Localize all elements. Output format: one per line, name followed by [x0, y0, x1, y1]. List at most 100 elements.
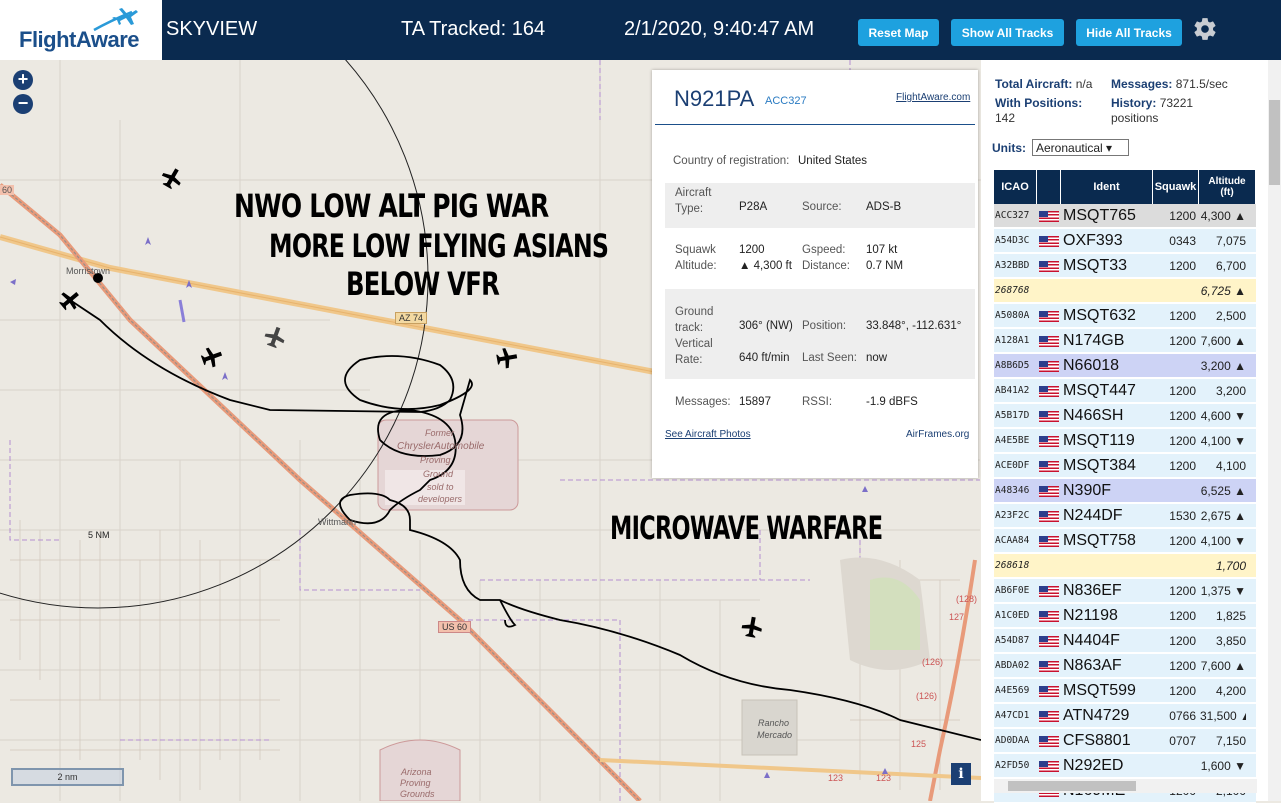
table-row[interactable]: ACC327 MSQT765 1200 4,300 ▲ — [994, 204, 1256, 228]
table-row[interactable]: A5080A MSQT632 1200 2,500 — [994, 304, 1256, 328]
label-chrysler: ChryslerAutomobile — [397, 441, 485, 452]
table-row[interactable]: ABDA02 N863AF 1200 7,600 ▲ — [994, 654, 1256, 678]
rssi-value: -1.9 dBFS — [866, 396, 918, 408]
row-ident: MSQT33 — [1063, 257, 1128, 274]
table-row[interactable]: A47CD1 ATN4729 0766 31,500 ▲ — [994, 704, 1256, 728]
table-row[interactable]: AB6F0E N836EF 1200 1,375 ▼ — [994, 579, 1256, 603]
zoom-in-button[interactable]: + — [13, 70, 33, 90]
table-row[interactable]: A4E5BE MSQT119 1200 4,100 ▼ — [994, 429, 1256, 453]
messages-rate-value: 871.5/sec — [1175, 77, 1228, 91]
row-squawk — [1154, 754, 1196, 778]
gear-icon[interactable] — [1192, 16, 1218, 42]
table-row[interactable]: ACAA84 MSQT758 1200 4,100 ▼ — [994, 529, 1256, 553]
info-icon[interactable]: i — [951, 763, 971, 785]
col-altitude[interactable]: Altitude (ft) — [1199, 170, 1256, 204]
row-squawk: 1200 — [1169, 634, 1196, 648]
row-icao: A2FD50 — [995, 760, 1030, 771]
row-altitude: 4,300 ▲ — [1200, 209, 1246, 223]
table-row[interactable]: A8B6D5 N66018 3,200 ▲ — [994, 354, 1256, 378]
ground-track-label: Ground track: — [675, 306, 714, 334]
row-squawk: 1200 — [1169, 334, 1196, 348]
table-row[interactable]: A128A1 N174GB 1200 7,600 ▲ — [994, 329, 1256, 353]
table-row[interactable]: A48346 N390F 6,525 ▲ — [994, 479, 1256, 503]
row-flag-cell — [1039, 379, 1059, 403]
table-row[interactable]: A32BBD MSQT33 1200 6,700 — [994, 254, 1256, 278]
col-flag[interactable] — [1037, 170, 1061, 204]
us-flag-icon — [1039, 736, 1059, 747]
us-flag-icon — [1039, 636, 1059, 647]
history-value: 73221 — [1159, 96, 1194, 110]
horizontal-scrollbar-thumb[interactable] — [1008, 781, 1136, 791]
us-flag-icon — [1039, 336, 1059, 347]
distance-label: Distance: — [802, 260, 850, 272]
table-row[interactable]: ACE0DF MSQT384 1200 4,100 — [994, 454, 1256, 478]
row-icao: 268768 — [995, 285, 1030, 296]
row-icao: ABDA02 — [995, 660, 1030, 671]
row-icao: AB41A2 — [995, 385, 1030, 396]
label-proving2: Proving — [400, 778, 431, 788]
row-squawk: 1200 — [1169, 659, 1196, 673]
row-ident: N174GB — [1063, 332, 1125, 349]
row-ident: MSQT758 — [1063, 532, 1136, 549]
show-all-tracks-button[interactable]: Show All Tracks — [951, 19, 1064, 46]
table-row[interactable]: A54D87 N4404F 1200 3,850 — [994, 629, 1256, 653]
label-r128: (128) — [956, 594, 978, 604]
row-squawk: 1200 — [1169, 309, 1196, 323]
flightaware-logo[interactable]: FlightAware — [0, 0, 162, 60]
row-icao: A54D3C — [995, 235, 1030, 246]
col-ident[interactable]: Ident — [1061, 170, 1153, 204]
table-row[interactable]: A54D3C OXF393 0343 7,075 — [994, 229, 1256, 253]
us-flag-icon — [1039, 536, 1059, 547]
label-mercado: Mercado — [757, 730, 793, 740]
table-row[interactable]: 268618 1,700 — [994, 554, 1256, 578]
label-az74: AZ 74 — [395, 312, 428, 324]
aircraft-type-value: P28A — [739, 201, 768, 213]
total-aircraft-value: n/a — [1075, 77, 1093, 91]
row-ident: MSQT119 — [1063, 432, 1135, 449]
hide-all-tracks-button[interactable]: Hide All Tracks — [1076, 19, 1182, 46]
divider — [655, 124, 975, 125]
table-row[interactable]: 268768 6,725 ▲ — [994, 279, 1256, 303]
row-icao: A54D87 — [995, 635, 1030, 646]
table-row[interactable]: A4E569 MSQT599 1200 4,200 — [994, 679, 1256, 703]
label-morristown: Morristown — [66, 266, 111, 276]
col-icao[interactable]: ICAO — [994, 170, 1037, 204]
gspeed-label: Gspeed: — [802, 244, 846, 256]
flightaware-link[interactable]: FlightAware.com — [896, 92, 970, 103]
airframes-link[interactable]: AirFrames.org — [906, 429, 969, 440]
row-flag-cell — [1039, 429, 1059, 453]
us-flag-icon — [1039, 686, 1059, 697]
table-row[interactable]: A2FD50 N292ED 1,600 ▼ — [994, 754, 1256, 778]
row-flag-cell — [1039, 754, 1059, 778]
col-squawk[interactable]: Squawk — [1153, 170, 1199, 204]
aircraft-photos-link[interactable]: See Aircraft Photos — [665, 429, 751, 440]
table-row[interactable]: A5B17D N466SH 1200 4,600 ▼ — [994, 404, 1256, 428]
reset-map-button[interactable]: Reset Map — [858, 19, 939, 46]
table-row[interactable]: AB41A2 MSQT447 1200 3,200 — [994, 379, 1256, 403]
table-row[interactable]: A23F2C N244DF 1530 2,675 ▲ — [994, 504, 1256, 528]
zoom-out-button[interactable]: − — [13, 94, 33, 114]
row-altitude: 4,100 — [1215, 459, 1246, 473]
row-ident: N292ED — [1063, 757, 1124, 774]
row-flag-cell — [1039, 229, 1059, 253]
row-ident — [1063, 554, 1157, 578]
overlay-text-1: NWO LOW ALT PIG WAR — [234, 187, 549, 225]
aircraft-callsign: ACC327 — [765, 95, 807, 107]
us-flag-icon — [1039, 386, 1059, 397]
label-ground: Ground — [423, 469, 454, 479]
row-ident: N4404F — [1063, 632, 1120, 649]
row-flag-cell — [1039, 604, 1059, 628]
row-ident: N390F — [1063, 482, 1112, 499]
squawk-label: Squawk — [675, 244, 716, 256]
row-icao: A1C0ED — [995, 610, 1030, 621]
row-icao: A32BBD — [995, 260, 1030, 271]
table-row[interactable]: AD0DAA CFS8801 0707 7,150 — [994, 729, 1256, 753]
row-ident: CFS8801 — [1063, 732, 1131, 749]
vertical-scrollbar-thumb[interactable] — [1269, 100, 1280, 185]
us-flag-icon — [1039, 511, 1059, 522]
row-squawk: 1200 — [1169, 534, 1196, 548]
positions-value: 142 — [995, 111, 1016, 125]
units-select[interactable]: Aeronautical ▾ — [1032, 139, 1129, 156]
table-row[interactable]: A1C0ED N21198 1200 1,825 — [994, 604, 1256, 628]
datetime: 2/1/2020, 9:40:47 AM — [624, 18, 815, 40]
